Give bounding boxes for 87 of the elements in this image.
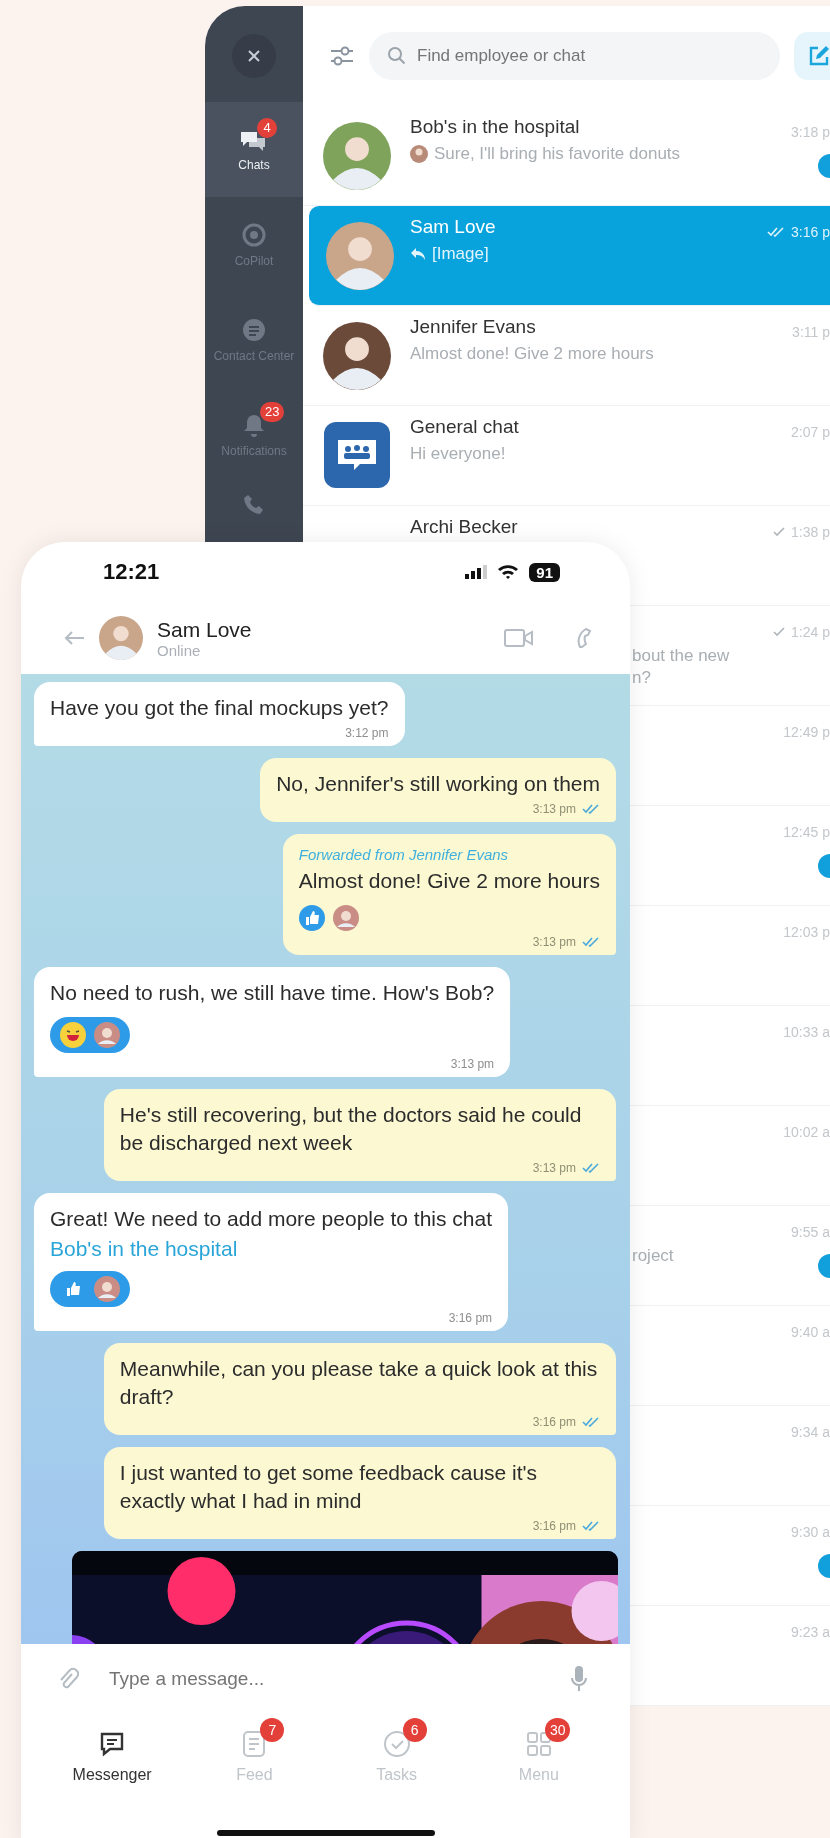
message-time: 3:13 pm [532, 802, 576, 816]
timestamp: 3:16 p [791, 224, 830, 240]
sidebar-item[interactable]: 4 Chats [205, 102, 303, 197]
timestamp: 12:45 p [783, 824, 830, 840]
microphone-icon[interactable] [570, 1665, 588, 1693]
contact-name: Sam Love [157, 617, 253, 642]
video-call-icon[interactable] [504, 627, 534, 649]
timestamp: 1:24 p [791, 624, 830, 640]
timestamp: 9:23 a [791, 1624, 830, 1640]
timestamp: 10:33 a [783, 1024, 830, 1040]
count-badge: 6 [402, 1718, 427, 1742]
count-badge: 30 [544, 1718, 571, 1742]
reaction-pill[interactable] [50, 1271, 130, 1307]
timestamp: 9:34 a [791, 1424, 830, 1440]
chat-name: Bob's in the hospital [410, 116, 581, 138]
message-time: 3:16 pm [532, 1519, 576, 1533]
message-text: He's still recovering, but the doctors said he could be discharged next week [119, 1102, 583, 1156]
message-text: Have you got the final mockups yet? [50, 695, 389, 721]
timestamp: 3:11 p [792, 324, 830, 340]
message-preview: n? [632, 668, 652, 688]
timestamp: 9:40 a [791, 1324, 830, 1340]
timestamp: 12:49 p [783, 724, 830, 740]
message-text: I just wanted to get some feedback cause it's exactly what I had in mind [119, 1460, 539, 1514]
tab[interactable]: 7 Feed [189, 1714, 320, 1814]
tab[interactable]: Messenger [47, 1714, 178, 1814]
chat-name: Jennifer Evans [410, 316, 537, 338]
message-text: No need to rush, we still have time. How's Bob? [50, 980, 495, 1006]
back-arrow-icon[interactable] [63, 630, 85, 646]
chat-list-item[interactable]: Jennifer Evans Almost done! Give 2 more hours 3:11 p [303, 306, 830, 406]
reactor-avatar [332, 905, 359, 931]
message-text: Great! We need to add more people to this chat [50, 1206, 493, 1232]
clock: 12:21 [103, 559, 160, 585]
compose-button[interactable] [794, 32, 830, 80]
message-time: 3:13 pm [532, 935, 576, 949]
search-icon [387, 46, 407, 66]
signal-icon [465, 565, 488, 579]
message-preview: Sure, I'll bring his favorite donuts [434, 144, 681, 164]
message-time: 3:12 pm [345, 726, 389, 740]
count-badge: 23 [260, 401, 285, 422]
timestamp: 10:02 a [783, 1124, 830, 1140]
contact-center-icon [241, 316, 267, 343]
timestamp: 12:03 p [783, 924, 830, 940]
timestamp: 9:55 a [791, 1224, 830, 1240]
chat-list-item[interactable]: General chat Hi everyone! 2:07 p [303, 406, 830, 506]
message-preview: [Image] [432, 244, 489, 264]
count-badge: 4 [257, 117, 277, 138]
message-time: 3:16 pm [448, 1311, 493, 1325]
edit-icon [808, 45, 830, 67]
message-time: 3:16 pm [532, 1415, 576, 1429]
search-field[interactable]: Find employee or chat [369, 32, 780, 80]
chat-name: Archi Becker [410, 516, 519, 538]
battery-level: 91 [529, 562, 560, 582]
reactor-avatar [94, 1276, 120, 1302]
message-preview: bout the new [632, 646, 731, 666]
count-badge: 7 [260, 1718, 285, 1742]
timestamp: 1:38 p [791, 524, 830, 540]
check-circle-icon [382, 1730, 411, 1758]
chat-list-item[interactable]: Sam Love [Image] 3:16 p [309, 206, 830, 306]
presence-status: Online [157, 641, 202, 659]
tab[interactable]: 30 Menu [473, 1714, 604, 1814]
wifi-icon [497, 564, 520, 580]
copilot-icon [241, 221, 267, 248]
reactor-avatar [94, 1022, 120, 1048]
timestamp: 3:18 p [791, 124, 830, 140]
message-text: No, Jennifer's still working on them [276, 771, 600, 797]
close-icon [247, 49, 261, 63]
avatar [99, 616, 143, 660]
message-time: 3:13 pm [450, 1057, 495, 1071]
chat-list-item[interactable]: Bob's in the hospital Sure, I'll bring his favorite donuts 3:18 p [303, 106, 830, 206]
message-time: 3:13 pm [532, 1161, 576, 1175]
phone-icon [242, 492, 266, 516]
forwarded-label: Forwarded from Jennifer Evans [298, 846, 510, 863]
message-preview: Almost done! Give 2 more hours [410, 344, 654, 364]
chat-name: Sam Love [410, 216, 497, 238]
message-preview: Hi everyone! [410, 444, 506, 464]
close-button[interactable] [232, 34, 276, 78]
timestamp: 9:30 a [791, 1524, 830, 1540]
message-text: Meanwhile, can you please take a quick look at this draft? [119, 1356, 599, 1410]
timestamp: 2:07 p [791, 424, 830, 440]
chat-link[interactable]: Bob's in the hospital [50, 1237, 238, 1261]
tab[interactable]: 6 Tasks [331, 1714, 462, 1814]
filter-icon[interactable] [329, 45, 355, 67]
message-input[interactable]: Type a message... [107, 1667, 542, 1691]
message-preview: roject [632, 1246, 675, 1266]
message-text: Almost done! Give 2 more hours [298, 868, 600, 894]
reaction-pill[interactable] [50, 1017, 130, 1053]
chat-name: General chat [410, 416, 520, 438]
